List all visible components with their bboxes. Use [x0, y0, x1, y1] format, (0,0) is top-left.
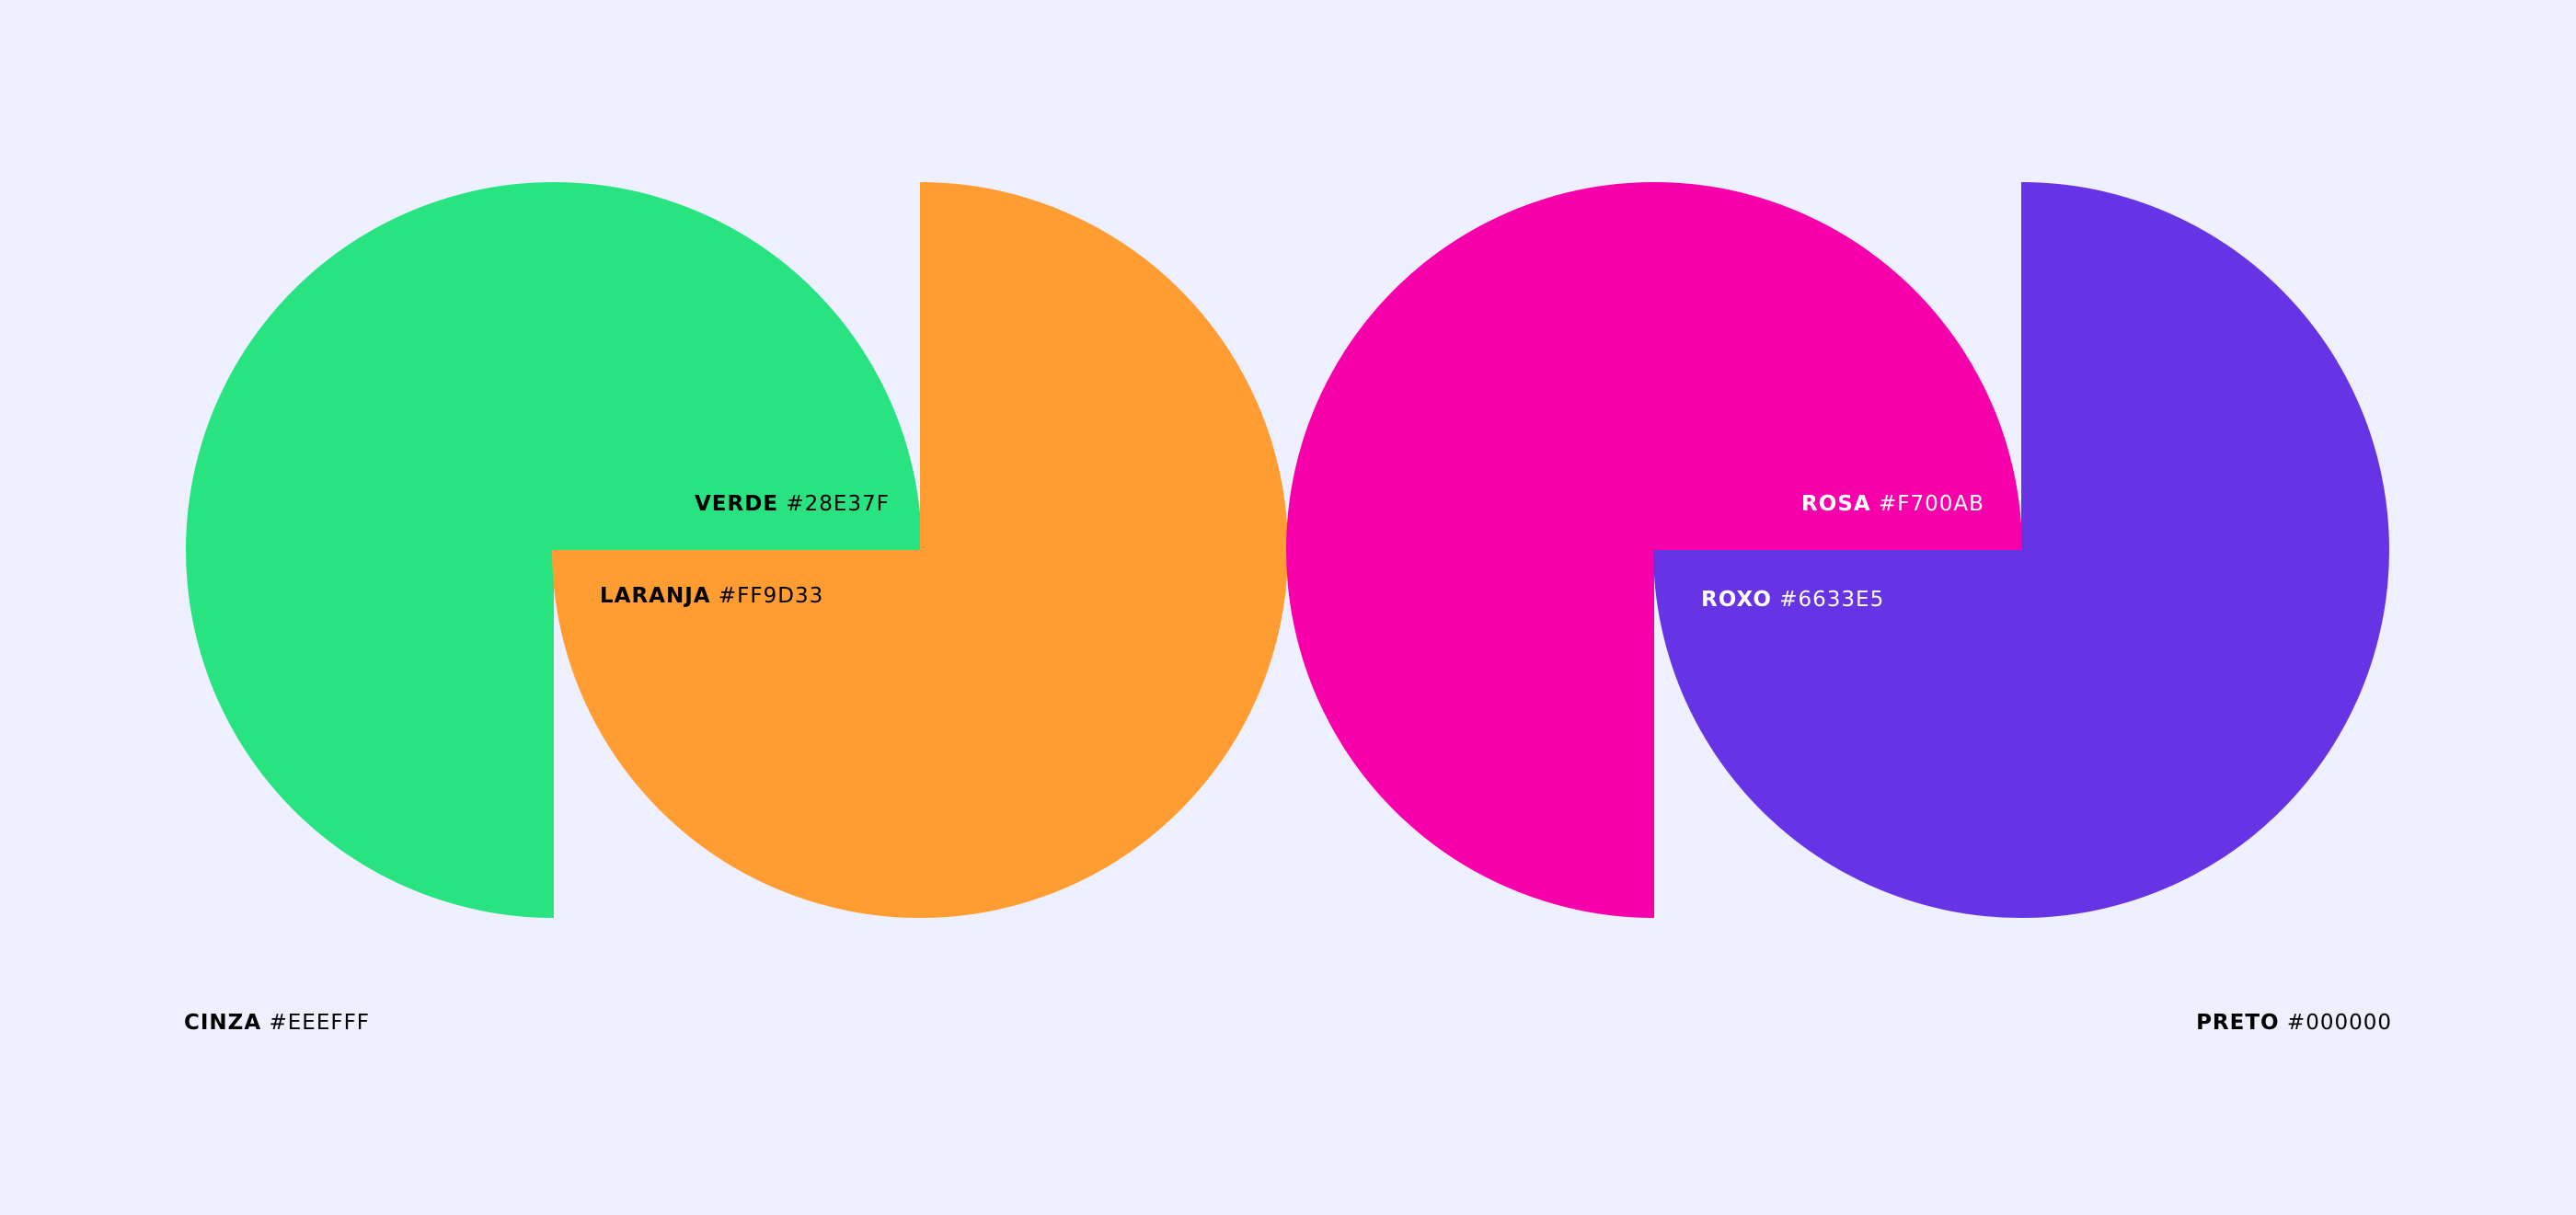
swatch-name: LARANJA: [600, 584, 711, 608]
label-preto: PRETO #000000: [2196, 1010, 2392, 1036]
label-roxo: ROXO #6633E5: [1701, 587, 1884, 613]
label-cinza: CINZA #EEEFFF: [184, 1010, 370, 1036]
swatch-name: ROSA: [1801, 492, 1871, 516]
swatch-hex: #F700AB: [1878, 492, 1984, 516]
swatch-hex: #28E37F: [786, 492, 890, 516]
label-laranja: LARANJA #FF9D33: [600, 583, 823, 609]
swatch-hex: #EEEFFF: [269, 1011, 371, 1035]
swatch-hex: #6633E5: [1779, 588, 1885, 612]
swatch-name: CINZA: [184, 1011, 262, 1035]
label-verde: VERDE #28E37F: [695, 491, 890, 517]
swatch-hex: #000000: [2286, 1011, 2392, 1035]
swatch-name: ROXO: [1701, 588, 1772, 612]
label-rosa: ROSA #F700AB: [1801, 491, 1984, 517]
swatch-hex: #FF9D33: [718, 584, 824, 608]
palette-shapes: [186, 182, 2389, 918]
swatch-name: VERDE: [695, 492, 779, 516]
swatch-name: PRETO: [2196, 1011, 2280, 1035]
